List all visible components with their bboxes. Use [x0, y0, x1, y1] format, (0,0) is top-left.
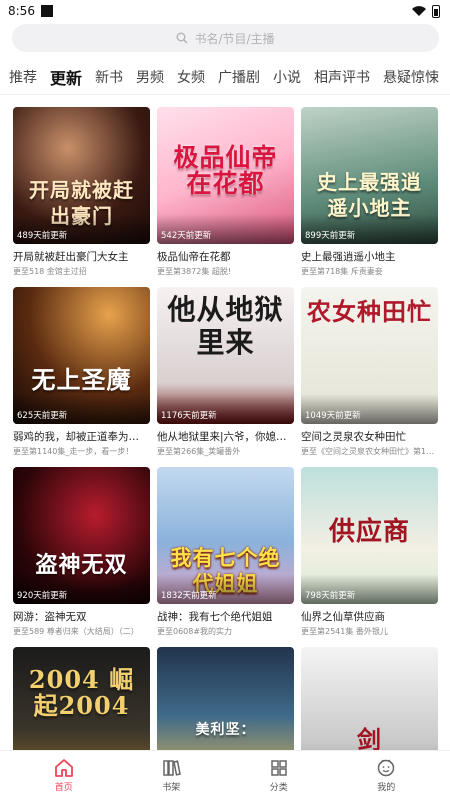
bookshelf-icon — [163, 760, 182, 776]
book-cover: 盗神无双 920天前更新 — [13, 467, 150, 604]
updated-label: 899天前更新 — [305, 231, 356, 241]
book-card[interactable]: 我有七个绝代姐姐 1832天前更新 战神：我有七个绝代姐姐 更至0608#我的实… — [157, 467, 294, 647]
tab-crosstalk[interactable]: 相声评书 — [314, 67, 370, 87]
book-latest: 更至589 尊者归来（大结局）（二） — [13, 627, 139, 636]
book-cover: 他从地狱里来 1176天前更新 — [157, 287, 294, 424]
search-placeholder: 书名/节目/主播 — [194, 31, 275, 46]
book-latest: 更至第1140集_走一步，看一步！ — [13, 447, 134, 456]
updated-label: 920天前更新 — [17, 591, 68, 601]
book-latest: 更至第3872集 超脱! — [157, 267, 232, 276]
tab-male[interactable]: 男频 — [136, 67, 164, 87]
book-card[interactable]: 农女种田忙 1049天前更新 空间之灵泉农女种田忙 更至《空间之灵泉农女种田忙》… — [301, 287, 438, 467]
book-latest: 更至第266集_荚罐番外 — [157, 447, 241, 456]
book-card[interactable]: 他从地狱里来 1176天前更新 他从地狱里来|六爷，你媳… 更至第266集_荚罐… — [157, 287, 294, 467]
wifi-icon — [412, 6, 426, 16]
cover-title: 无上圣魔 — [31, 365, 132, 394]
nav-category-label: 分类 — [269, 783, 288, 793]
book-title: 空间之灵泉农女种田忙 — [301, 431, 406, 443]
cover-title: 极品仙帝在花都 — [173, 143, 278, 198]
book-title: 网游：盗神无双 — [13, 611, 87, 623]
home-icon — [54, 759, 73, 777]
book-grid: 开局就被赶出豪门 489天前更新 开局就被赶出豪门大女主 更至518 金馆主过招… — [13, 107, 438, 800]
book-latest: 更至第718集 斥责妻妾 — [301, 267, 383, 276]
cover-title: 美利坚： — [195, 722, 256, 738]
search-input[interactable]: 书名/节目/主播 — [12, 24, 439, 52]
book-title: 极品仙帝在花都 — [157, 251, 231, 263]
battery-icon — [432, 4, 440, 18]
tabs-divider — [0, 94, 450, 95]
book-card[interactable]: 史上最强逍遥小地主 899天前更新 史上最强逍遥小地主 更至第718集 斥责妻妾 — [301, 107, 438, 287]
search-icon — [176, 32, 188, 44]
tab-suspense[interactable]: 悬疑惊悚 — [383, 67, 439, 87]
updated-label: 489天前更新 — [17, 231, 68, 241]
book-cover: 我有七个绝代姐姐 1832天前更新 — [157, 467, 294, 604]
tab-updates[interactable]: 更新 — [50, 65, 82, 89]
book-latest: 更至第2541集 番外银儿 — [301, 627, 388, 636]
tab-recommend[interactable]: 推荐 — [9, 67, 37, 87]
book-cover: 无上圣魔 625天前更新 — [13, 287, 150, 424]
status-time: 8:56 — [8, 4, 35, 18]
tab-novel[interactable]: 小说 — [273, 67, 301, 87]
cover-title: 供应商 — [328, 517, 410, 547]
tab-female[interactable]: 女频 — [177, 67, 205, 87]
updated-label: 1832天前更新 — [161, 591, 217, 601]
cover-title: 2004 崛起2004 — [28, 665, 135, 720]
nav-profile[interactable]: 我的 — [346, 758, 426, 793]
notification-icon — [40, 5, 53, 17]
book-card[interactable]: 无上圣魔 625天前更新 弱鸡的我，却被正道奉为… 更至第1140集_走一步，看… — [13, 287, 150, 467]
book-cover: 开局就被赶出豪门 489天前更新 — [13, 107, 150, 244]
book-title: 他从地狱里来|六爷，你媳… — [157, 431, 287, 443]
book-cover: 极品仙帝在花都 542天前更新 — [157, 107, 294, 244]
book-title: 开局就被赶出豪门大女主 — [13, 251, 129, 263]
nav-bookshelf[interactable]: 书架 — [131, 758, 211, 793]
book-latest: 更至《空间之灵泉农女种田忙》第1… — [301, 447, 435, 456]
book-cover: 供应商 798天前更新 — [301, 467, 438, 604]
updated-label: 625天前更新 — [17, 411, 68, 421]
book-latest: 更至518 金馆主过招 — [13, 267, 87, 276]
nav-bookshelf-label: 书架 — [162, 783, 181, 793]
nav-profile-label: 我的 — [377, 783, 396, 793]
book-title: 史上最强逍遥小地主 — [301, 251, 396, 263]
tab-new-books[interactable]: 新书 — [95, 67, 123, 87]
cover-title: 农女种田忙 — [307, 297, 432, 326]
updated-label: 1176天前更新 — [161, 411, 217, 421]
updated-label: 798天前更新 — [305, 591, 356, 601]
profile-icon — [378, 759, 395, 777]
book-title: 战神：我有七个绝代姐姐 — [157, 611, 273, 623]
book-cover: 史上最强逍遥小地主 899天前更新 — [301, 107, 438, 244]
book-title: 弱鸡的我，却被正道奉为… — [13, 431, 139, 443]
status-bar: 8:56 — [0, 0, 450, 22]
book-card[interactable]: 供应商 798天前更新 仙界之仙草供应商 更至第2541集 番外银儿 — [301, 467, 438, 647]
book-latest: 更至0608#我的实力 — [157, 627, 233, 636]
bottom-navigation: 首页 书架 分类 我的 — [0, 750, 450, 800]
tab-radio-drama[interactable]: 广播剧 — [218, 67, 260, 87]
book-cover: 农女种田忙 1049天前更新 — [301, 287, 438, 424]
book-card[interactable]: 盗神无双 920天前更新 网游：盗神无双 更至589 尊者归来（大结局）（二） — [13, 467, 150, 647]
category-tabs: 推荐 更新 新书 男频 女频 广播剧 小说 相声评书 悬疑惊悚 — [0, 62, 450, 92]
updated-label: 542天前更新 — [161, 231, 212, 241]
book-card[interactable]: 开局就被赶出豪门 489天前更新 开局就被赶出豪门大女主 更至518 金馆主过招 — [13, 107, 150, 287]
nav-home-label: 首页 — [54, 783, 73, 793]
book-title: 仙界之仙草供应商 — [301, 611, 385, 623]
updated-label: 1049天前更新 — [305, 411, 361, 421]
nav-category[interactable]: 分类 — [239, 758, 319, 793]
category-icon — [271, 760, 287, 776]
book-card[interactable]: 极品仙帝在花都 542天前更新 极品仙帝在花都 更至第3872集 超脱! — [157, 107, 294, 287]
cover-title: 他从地狱里来 — [167, 293, 284, 359]
nav-home[interactable]: 首页 — [24, 758, 104, 793]
